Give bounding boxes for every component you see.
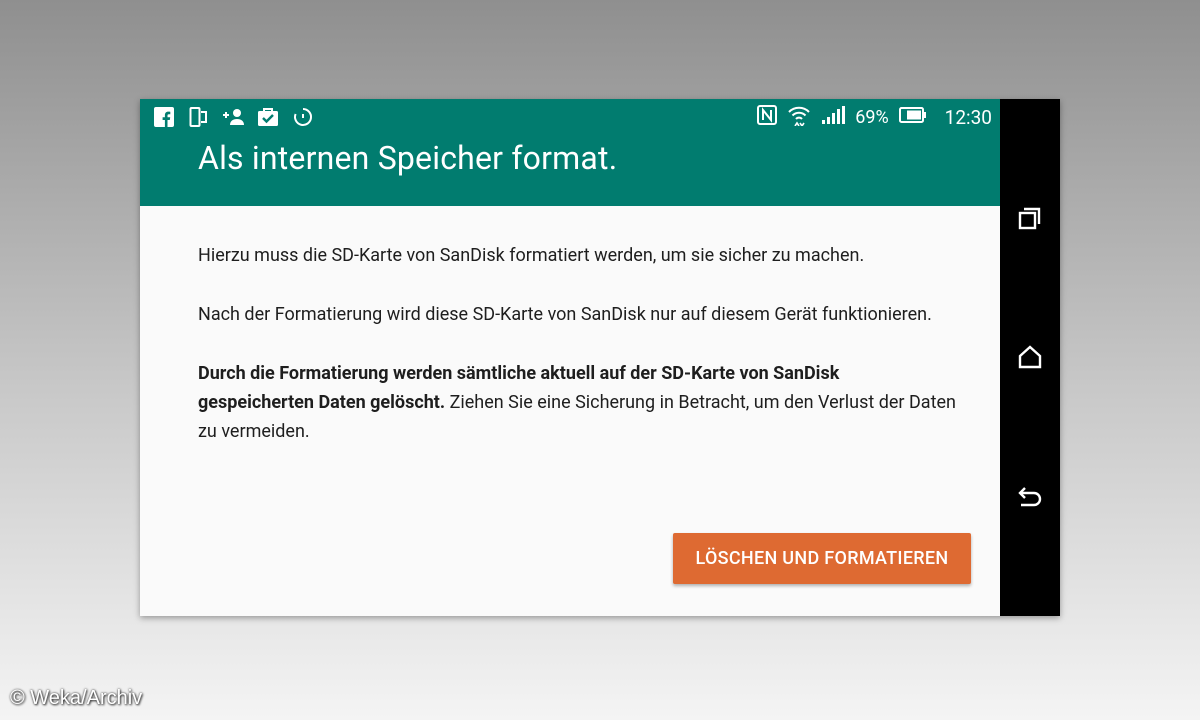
screen: 69% 12:30 Als internen Speicher format. …	[140, 99, 1000, 616]
sync-icon	[292, 107, 314, 131]
battery-percent: 69%	[855, 106, 889, 128]
home-icon[interactable]	[1015, 342, 1045, 372]
phone-frame: 69% 12:30 Als internen Speicher format. …	[140, 99, 1060, 616]
briefcase-check-icon	[257, 107, 279, 131]
status-right-group: 69% 12:30	[757, 99, 992, 135]
clock: 12:30	[944, 105, 992, 129]
wifi-icon	[787, 104, 811, 130]
status-bar: 69% 12:30	[140, 99, 1000, 135]
add-person-icon	[222, 107, 246, 131]
dialog-title: Als internen Speicher format.	[198, 139, 618, 177]
nfc-icon	[757, 105, 778, 129]
dialog-content: Hierzu muss die SD-Karte von SanDisk for…	[198, 241, 958, 476]
navigation-bar	[1000, 99, 1060, 616]
erase-and-format-button[interactable]: LÖSCHEN UND FORMATIEREN	[673, 533, 971, 584]
app-bar: 69% 12:30 Als internen Speicher format.	[140, 99, 1000, 206]
paragraph-intro: Hierzu muss die SD-Karte von SanDisk for…	[198, 245, 865, 266]
recents-icon[interactable]	[1015, 203, 1045, 233]
facebook-icon	[154, 107, 174, 131]
dual-screen-icon	[189, 107, 209, 131]
signal-icon	[821, 106, 846, 128]
paragraph-warning: Durch die Formatierung werden sämtliche …	[198, 359, 958, 446]
back-icon[interactable]	[1015, 481, 1045, 511]
copyright-watermark: © Weka/Archiv	[10, 687, 143, 709]
paragraph-device-only: Nach der Formatierung wird diese SD-Kart…	[198, 304, 932, 325]
battery-icon	[898, 107, 927, 127]
